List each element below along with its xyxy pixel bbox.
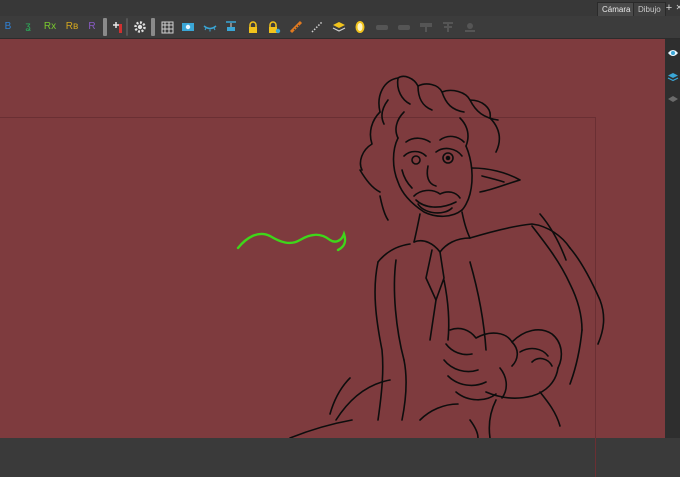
tab-drawing[interactable]: Dibujo	[633, 2, 666, 16]
rb-tool-label: Rв	[65, 21, 79, 32]
flip-grey-icon	[443, 22, 453, 32]
pivot-add-button[interactable]	[110, 19, 126, 35]
align-button[interactable]	[223, 19, 239, 35]
lock-button[interactable]	[245, 19, 261, 35]
lock-icon	[249, 20, 257, 33]
drawing-canvas[interactable]	[0, 39, 665, 477]
layers-button[interactable]	[666, 69, 679, 85]
onion-skin-icon	[182, 23, 194, 31]
snap-tool-label: ʓ	[25, 21, 31, 32]
layers-collapsed-button[interactable]	[666, 91, 679, 107]
brush-tool-disabled[interactable]	[374, 19, 390, 35]
brush-grey-icon	[376, 25, 388, 30]
stack-icon	[332, 22, 346, 32]
stamp-tool-disabled[interactable]	[418, 19, 434, 35]
rb-tool[interactable]: Rв	[64, 19, 80, 35]
ruler-icon	[289, 20, 303, 34]
key-tool-disabled[interactable]	[462, 19, 478, 35]
stamp-grey-icon	[420, 23, 432, 32]
settings-button[interactable]	[132, 19, 148, 35]
tab-camera[interactable]: Cámara	[597, 2, 636, 16]
layers-icon	[667, 72, 678, 81]
key-grey-icon	[465, 23, 475, 32]
rx-tool[interactable]: Rx	[42, 19, 58, 35]
stack-button[interactable]	[331, 19, 347, 35]
toolbar-separator	[151, 18, 155, 36]
add-view-button[interactable]: +	[664, 3, 674, 14]
lock-layer-button[interactable]	[266, 19, 282, 35]
grid-button[interactable]	[159, 19, 175, 35]
gear-icon	[134, 21, 146, 33]
ruler-button[interactable]	[288, 19, 304, 35]
snap-tool[interactable]: ʓ	[20, 19, 36, 35]
eraser-grey-icon	[398, 25, 410, 30]
layers-collapsed-icon	[667, 95, 678, 102]
beta-tool[interactable]: Β	[0, 19, 16, 35]
visibility-button[interactable]	[666, 45, 679, 61]
character-sketch	[236, 75, 605, 438]
r-tool-label: R	[88, 21, 96, 32]
eye-icon	[667, 50, 678, 56]
dotted-line-button[interactable]	[309, 19, 325, 35]
close-view-button[interactable]: ✕	[674, 3, 680, 13]
view-tab-bar: Cámara Dibujo + ✕	[0, 0, 680, 16]
rx-tool-label: Rx	[43, 21, 57, 32]
align-icon	[226, 21, 236, 31]
toolbar-separator-thin	[126, 18, 128, 36]
eraser-tool-disabled[interactable]	[396, 19, 412, 35]
lock-layer-icon	[269, 20, 281, 33]
green-squiggle	[236, 230, 347, 252]
beta-tool-label: Β	[4, 21, 12, 32]
grid-icon	[161, 21, 173, 33]
camera-view-toolbar: Β ʓ Rx Rв R	[0, 16, 680, 39]
light-icon	[355, 21, 365, 33]
side-panel	[665, 39, 680, 438]
flip-tool-disabled[interactable]	[440, 19, 456, 35]
toolbar-separator	[103, 18, 107, 36]
hide-button[interactable]	[202, 19, 218, 35]
dotted-line-icon	[311, 21, 323, 33]
light-table-button[interactable]	[352, 19, 368, 35]
onion-skin-button[interactable]	[180, 19, 196, 35]
pivot-add-icon	[113, 22, 122, 33]
eye-closed-icon	[203, 25, 217, 32]
r-tool[interactable]: R	[84, 19, 100, 35]
